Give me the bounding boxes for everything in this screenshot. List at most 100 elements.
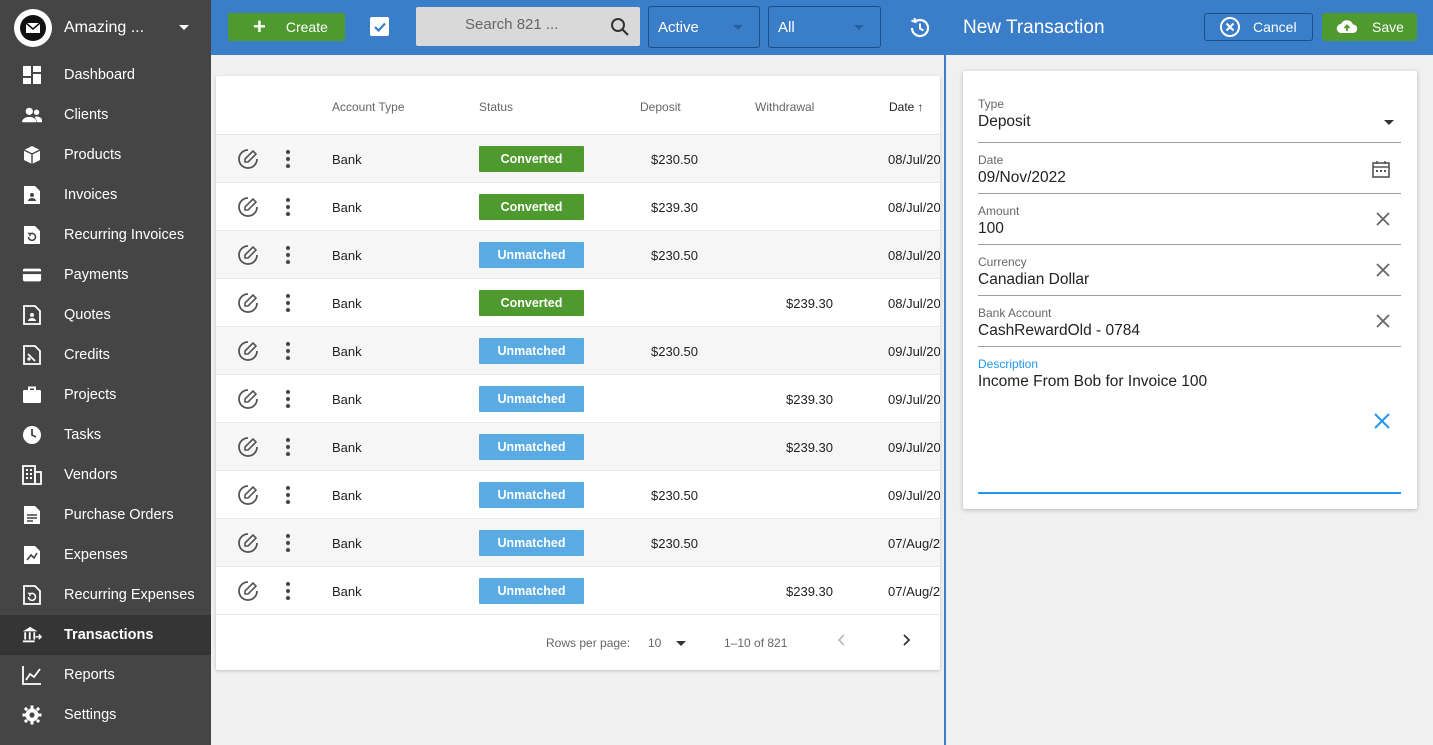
sidebar-item-label: Credits bbox=[64, 347, 110, 363]
edit-icon[interactable] bbox=[237, 148, 259, 173]
table-row[interactable]: Bank Unmatched $230.50 07/Aug/2 bbox=[216, 519, 940, 567]
withdrawal-cell: $239.30 bbox=[786, 392, 833, 407]
bank-account-field[interactable]: Bank Account CashRewardOld - 0784 bbox=[978, 306, 1401, 347]
date-cell: 09/Jul/20 bbox=[888, 440, 940, 455]
deposit-cell: $230.50 bbox=[651, 248, 698, 263]
column-header-status[interactable]: Status bbox=[479, 100, 513, 114]
table-row[interactable]: Bank Converted $239.30 08/Jul/20 bbox=[216, 183, 940, 231]
edit-icon[interactable] bbox=[237, 292, 259, 317]
clear-icon[interactable] bbox=[1375, 211, 1391, 232]
sidebar-item-transactions[interactable]: Transactions bbox=[0, 615, 211, 655]
more-vert-icon[interactable] bbox=[285, 389, 291, 412]
sidebar-item-credits[interactable]: Credits bbox=[0, 335, 211, 375]
account-type-cell: Bank bbox=[332, 248, 362, 263]
more-vert-icon[interactable] bbox=[285, 437, 291, 460]
clear-icon[interactable] bbox=[1375, 262, 1391, 283]
sidebar-item-label: Products bbox=[64, 147, 122, 163]
date-cell: 09/Jul/20 bbox=[888, 488, 940, 503]
table-row[interactable]: Bank Converted $239.30 08/Jul/20 bbox=[216, 279, 940, 327]
amount-label: Amount bbox=[978, 204, 1020, 218]
sidebar-item-expenses[interactable]: Expenses bbox=[0, 535, 211, 575]
more-vert-icon[interactable] bbox=[285, 197, 291, 220]
edit-icon[interactable] bbox=[237, 340, 259, 365]
search-input[interactable]: Search 821 ... bbox=[416, 7, 640, 46]
sidebar-item-dashboard[interactable]: Dashboard bbox=[0, 55, 211, 95]
sidebar-item-label: Projects bbox=[64, 387, 117, 403]
edit-icon[interactable] bbox=[237, 580, 259, 605]
description-value: Income From Bob for Invoice 100 bbox=[978, 373, 1208, 390]
edit-icon[interactable] bbox=[237, 244, 259, 269]
sidebar-item-label: Settings bbox=[64, 707, 117, 723]
more-vert-icon[interactable] bbox=[285, 581, 291, 604]
date-field[interactable]: Date 09/Nov/2022 bbox=[978, 153, 1401, 194]
account-type-cell: Bank bbox=[332, 440, 362, 455]
table-row[interactable]: Bank Converted $230.50 08/Jul/20 bbox=[216, 135, 940, 183]
table-row[interactable]: Bank Unmatched $239.30 09/Jul/20 bbox=[216, 375, 940, 423]
amount-field[interactable]: Amount 100 bbox=[978, 204, 1401, 245]
sidebar-item-payments[interactable]: Payments bbox=[0, 255, 211, 295]
transactions-icon bbox=[22, 625, 42, 645]
date-label: Date bbox=[978, 153, 1004, 167]
sidebar-item-tasks[interactable]: Tasks bbox=[0, 415, 211, 455]
vendors-icon bbox=[22, 465, 42, 485]
clear-icon[interactable] bbox=[1375, 313, 1391, 334]
more-vert-icon[interactable] bbox=[285, 149, 291, 172]
sidebar-item-clients[interactable]: Clients bbox=[0, 95, 211, 135]
more-vert-icon[interactable] bbox=[285, 245, 291, 268]
edit-icon[interactable] bbox=[237, 436, 259, 461]
rows-per-page-select[interactable]: 10 bbox=[648, 636, 690, 652]
history-icon[interactable] bbox=[908, 16, 932, 45]
sidebar-item-reports[interactable]: Reports bbox=[0, 655, 211, 695]
status-filter-select[interactable]: Active bbox=[648, 6, 760, 48]
cloud-upload-icon bbox=[1336, 18, 1358, 36]
table-row[interactable]: Bank Unmatched $230.50 09/Jul/20 bbox=[216, 327, 940, 375]
previous-page-icon[interactable] bbox=[834, 632, 850, 651]
edit-icon[interactable] bbox=[237, 388, 259, 413]
column-header-withdrawal[interactable]: Withdrawal bbox=[755, 100, 814, 114]
save-button[interactable]: Save bbox=[1322, 13, 1417, 41]
edit-icon[interactable] bbox=[237, 196, 259, 221]
sidebar-item-recurring-expenses[interactable]: Recurring Expenses bbox=[0, 575, 211, 615]
more-vert-icon[interactable] bbox=[285, 341, 291, 364]
create-button[interactable]: + Create bbox=[228, 13, 345, 41]
calendar-icon[interactable] bbox=[1371, 159, 1391, 184]
panel-divider[interactable] bbox=[944, 0, 946, 745]
column-header-account-type[interactable]: Account Type bbox=[332, 100, 405, 114]
sidebar-item-invoices[interactable]: Invoices bbox=[0, 175, 211, 215]
more-vert-icon[interactable] bbox=[285, 485, 291, 508]
more-vert-icon[interactable] bbox=[285, 293, 291, 316]
column-header-date[interactable]: Date ↑ bbox=[889, 100, 923, 114]
table-row[interactable]: Bank Unmatched $239.30 09/Jul/20 bbox=[216, 423, 940, 471]
description-textarea[interactable]: Description Income From Bob for Invoice … bbox=[978, 357, 1401, 494]
table-row[interactable]: Bank Unmatched $230.50 09/Jul/20 bbox=[216, 471, 940, 519]
table-row[interactable]: Bank Unmatched $230.50 08/Jul/20 bbox=[216, 231, 940, 279]
select-all-checkbox[interactable] bbox=[370, 17, 389, 36]
sidebar-item-products[interactable]: Products bbox=[0, 135, 211, 175]
sidebar-item-recurring-invoices[interactable]: Recurring Invoices bbox=[0, 215, 211, 255]
next-page-icon[interactable] bbox=[898, 632, 914, 651]
cancel-button[interactable]: Cancel bbox=[1204, 13, 1313, 41]
description-label: Description bbox=[978, 357, 1039, 371]
tasks-icon bbox=[22, 425, 42, 445]
company-selector[interactable]: Amazing ... bbox=[0, 0, 211, 55]
currency-field[interactable]: Currency Canadian Dollar bbox=[978, 255, 1401, 296]
deposit-cell: $239.30 bbox=[651, 200, 698, 215]
table-row[interactable]: Bank Unmatched $239.30 07/Aug/2 bbox=[216, 567, 940, 615]
withdrawal-cell: $239.30 bbox=[786, 296, 833, 311]
more-vert-icon[interactable] bbox=[285, 533, 291, 556]
type-filter-select[interactable]: All bbox=[768, 6, 881, 48]
column-header-deposit[interactable]: Deposit bbox=[640, 100, 681, 114]
sidebar-item-projects[interactable]: Projects bbox=[0, 375, 211, 415]
sidebar-item-quotes[interactable]: Quotes bbox=[0, 295, 211, 335]
edit-icon[interactable] bbox=[237, 484, 259, 509]
account-type-cell: Bank bbox=[332, 296, 362, 311]
transaction-form: Type Deposit Date 09/Nov/2022 Amount 100… bbox=[963, 71, 1417, 509]
chevron-down-icon bbox=[733, 25, 743, 30]
type-select[interactable]: Type Deposit bbox=[978, 97, 1401, 143]
clear-icon[interactable] bbox=[1373, 412, 1391, 435]
sidebar-item-settings[interactable]: Settings bbox=[0, 695, 211, 735]
sidebar-item-purchase-orders[interactable]: Purchase Orders bbox=[0, 495, 211, 535]
sidebar-item-vendors[interactable]: Vendors bbox=[0, 455, 211, 495]
edit-icon[interactable] bbox=[237, 532, 259, 557]
expenses-icon bbox=[22, 545, 42, 565]
